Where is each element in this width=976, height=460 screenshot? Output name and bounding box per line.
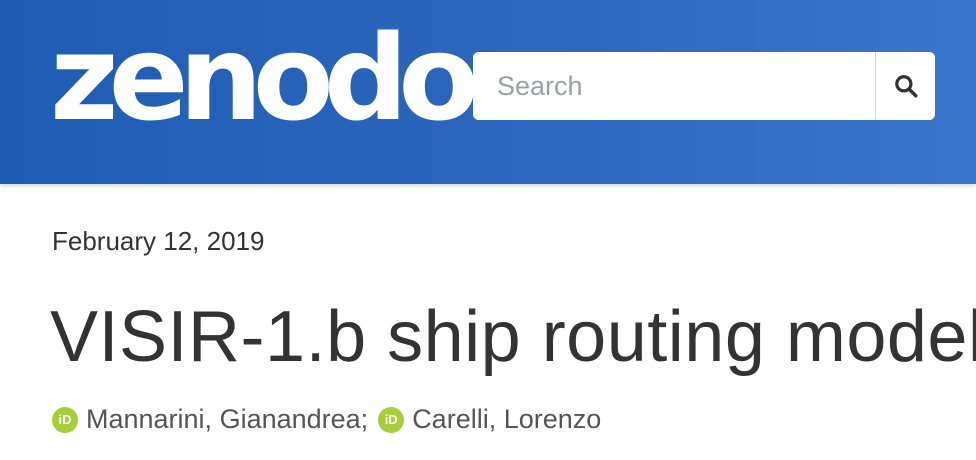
orcid-icon[interactable]: iD [52, 406, 78, 433]
search-icon [894, 75, 917, 98]
publication-date: February 12, 2019 [52, 226, 265, 256]
orcid-icon[interactable]: iD [378, 406, 405, 433]
author-list: iD Mannarini, Gianandrea ; iD Carelli, L… [52, 404, 601, 435]
search-button[interactable] [875, 52, 935, 120]
search-bar [473, 52, 935, 120]
top-header: zenodo [0, 0, 976, 184]
author-name[interactable]: Carelli, Lorenzo [412, 404, 601, 435]
author-separator: ; [360, 404, 369, 434]
zenodo-logo[interactable]: zenodo [50, 8, 479, 148]
record-title: VISIR-1.b ship routing model [50, 297, 976, 377]
search-input[interactable] [473, 52, 875, 120]
author-name[interactable]: Mannarini, Gianandrea [86, 404, 361, 435]
